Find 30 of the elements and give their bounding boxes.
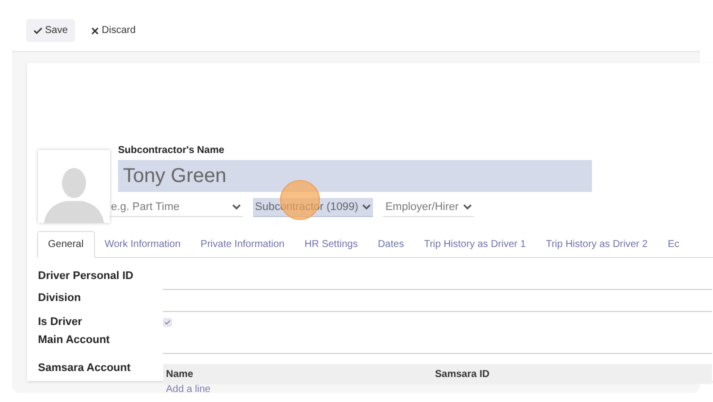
name-label: Subcontractor's Name	[117, 144, 226, 158]
discard-button[interactable]: Discard	[82, 19, 143, 42]
chevron-down-icon	[462, 204, 472, 210]
tab[interactable]: Ec	[658, 231, 690, 258]
photo-placeholder[interactable]	[38, 150, 110, 223]
tab[interactable]: General	[37, 231, 95, 258]
checkbox[interactable]	[163, 318, 172, 326]
field-label: Main Account	[38, 332, 111, 348]
close-icon	[90, 26, 100, 36]
tab[interactable]: Private Information	[190, 231, 294, 258]
select-field[interactable]: e.g. Part Time	[109, 198, 243, 217]
person-silhouette-icon	[42, 165, 106, 223]
tab[interactable]: Trip History as Driver 1	[414, 231, 536, 258]
tab[interactable]: Dates	[368, 231, 414, 258]
field-label: Division	[38, 290, 82, 306]
add-line-link[interactable]: Add a line	[163, 384, 712, 396]
field-label: Driver Personal ID	[38, 268, 134, 284]
check-icon	[33, 26, 43, 36]
chevron-down-icon	[232, 204, 241, 210]
save-button[interactable]: Save	[26, 19, 75, 42]
field-label: Is Driver	[38, 314, 84, 330]
chevron-down-icon	[362, 204, 372, 210]
tab[interactable]: Work Information	[94, 231, 191, 258]
select-field[interactable]: Employer/Hirer	[383, 198, 474, 217]
column-header: Samsara ID	[435, 368, 490, 382]
tab[interactable]: HR Settings	[294, 231, 368, 258]
name-field[interactable]: Tony Green	[118, 160, 592, 192]
field-label: Samsara Account	[38, 361, 132, 376]
column-header: Name	[165, 368, 194, 382]
tab[interactable]: Trip History as Driver 2	[536, 231, 658, 258]
